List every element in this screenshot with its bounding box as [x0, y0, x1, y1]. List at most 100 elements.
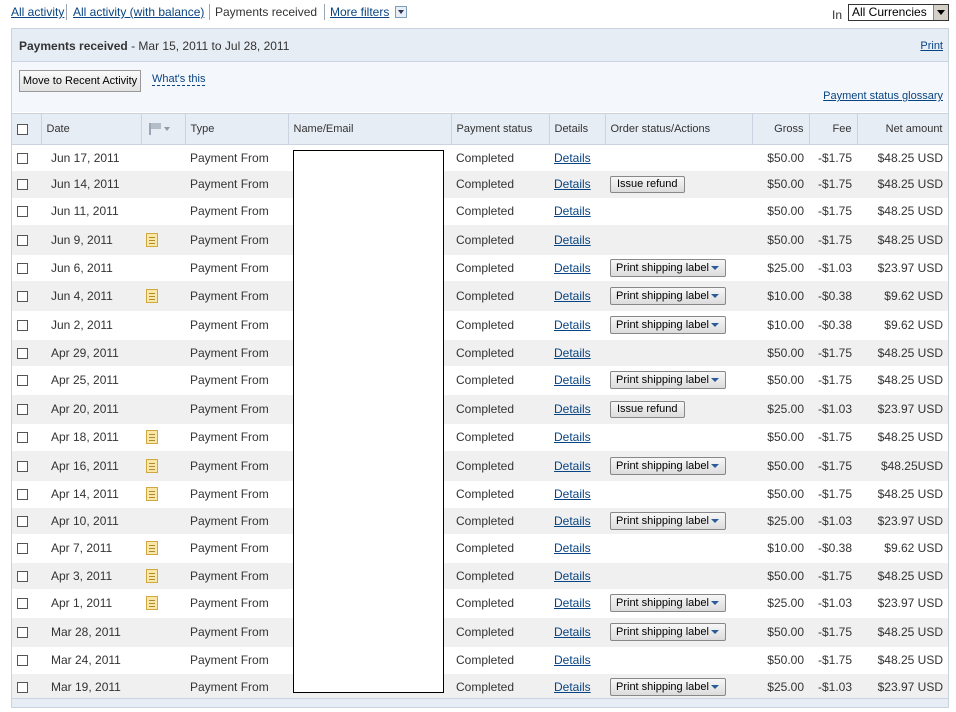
row-checkbox[interactable]	[17, 460, 28, 472]
row-checkbox[interactable]	[17, 432, 28, 444]
details-link[interactable]: Details	[554, 459, 591, 473]
details-link[interactable]: Details	[554, 233, 591, 247]
print-shipping-label-button[interactable]: Print shipping label	[610, 258, 726, 277]
note-cell	[141, 507, 185, 534]
row-checkbox[interactable]	[17, 262, 28, 274]
print-shipping-label-button[interactable]: Print shipping label	[610, 594, 726, 612]
order-action-cell	[605, 145, 752, 171]
col-net-amount[interactable]: Net amount	[857, 113, 949, 145]
currency-select[interactable]: All Currencies	[848, 4, 949, 21]
issue-refund-button[interactable]: Issue refund	[610, 175, 685, 193]
tab-all-activity-with-balance[interactable]: All activity (with balance)	[73, 5, 204, 19]
row-checkbox[interactable]	[17, 655, 28, 667]
row-checkbox[interactable]	[17, 375, 28, 387]
note-icon[interactable]	[146, 288, 158, 303]
row-checkbox[interactable]	[17, 234, 28, 246]
details-link[interactable]: Details	[554, 261, 591, 275]
note-icon[interactable]	[146, 596, 158, 611]
payment-status-cell: Completed	[451, 224, 549, 255]
chevron-down-icon[interactable]	[711, 630, 719, 634]
print-shipping-label-button[interactable]: Print shipping label	[610, 371, 726, 389]
move-to-recent-activity-button[interactable]: Move to Recent Activity	[19, 70, 141, 92]
row-checkbox[interactable]	[17, 515, 28, 527]
col-flag[interactable]	[141, 113, 186, 145]
note-icon[interactable]	[146, 568, 158, 583]
type-cell: Payment From	[185, 280, 288, 311]
details-link[interactable]: Details	[554, 625, 591, 639]
details-link[interactable]: Details	[554, 346, 591, 360]
row-checkbox[interactable]	[17, 570, 28, 582]
more-filters-link[interactable]: More filters	[330, 5, 389, 19]
details-link[interactable]: Details	[554, 653, 591, 667]
more-filters-dropdown-icon[interactable]	[395, 6, 407, 18]
col-date[interactable]: Date	[41, 113, 142, 145]
row-checkbox[interactable]	[17, 404, 28, 416]
print-shipping-label-text: Print shipping label	[616, 319, 709, 331]
row-select-cell	[12, 617, 41, 647]
details-link[interactable]: Details	[554, 204, 591, 218]
chevron-down-icon[interactable]	[711, 378, 719, 382]
details-link[interactable]: Details	[554, 569, 591, 583]
payment-status-glossary-link[interactable]: Payment status glossary	[823, 90, 943, 102]
details-link[interactable]: Details	[554, 318, 591, 332]
chevron-down-icon[interactable]	[711, 463, 719, 468]
note-icon[interactable]	[146, 487, 158, 502]
print-shipping-label-button[interactable]: Print shipping label	[610, 286, 726, 305]
col-name-email[interactable]: Name/Email	[288, 113, 452, 145]
note-icon[interactable]	[146, 430, 158, 445]
chevron-down-icon[interactable]	[711, 518, 719, 523]
row-checkbox[interactable]	[17, 179, 28, 191]
note-cell	[141, 366, 185, 395]
row-checkbox[interactable]	[17, 681, 28, 693]
details-link[interactable]: Details	[554, 514, 591, 528]
row-checkbox[interactable]	[17, 598, 28, 610]
col-type[interactable]: Type	[185, 113, 289, 145]
issue-refund-button[interactable]: Issue refund	[610, 400, 685, 418]
print-shipping-label-button[interactable]: Print shipping label	[610, 316, 726, 334]
col-payment-status[interactable]: Payment status	[451, 113, 550, 145]
row-checkbox[interactable]	[17, 206, 28, 218]
details-link[interactable]: Details	[554, 596, 591, 610]
gross-cell: $25.00	[752, 394, 809, 424]
print-shipping-label-text: Print shipping label	[616, 459, 709, 472]
print-shipping-label-button[interactable]: Print shipping label	[610, 456, 726, 475]
whats-this-link[interactable]: What's this	[152, 73, 206, 86]
details-link[interactable]: Details	[554, 373, 591, 387]
table-row: Apr 10, 2011 Payment From Completed Details…	[12, 507, 948, 534]
print-shipping-label-button[interactable]: Print shipping label	[610, 511, 726, 530]
note-icon[interactable]	[146, 232, 158, 247]
details-link[interactable]: Details	[554, 680, 591, 694]
select-all-checkbox[interactable]	[17, 123, 28, 135]
row-checkbox[interactable]	[17, 153, 28, 165]
row-checkbox[interactable]	[17, 489, 28, 501]
print-shipping-label-button[interactable]: Print shipping label	[610, 623, 726, 641]
print-link[interactable]: Print	[920, 40, 943, 52]
note-icon[interactable]	[146, 458, 158, 473]
details-link[interactable]: Details	[554, 177, 591, 191]
row-checkbox[interactable]	[17, 347, 28, 359]
details-link[interactable]: Details	[554, 430, 591, 444]
row-checkbox[interactable]	[17, 320, 28, 332]
net-amount-cell: $48.25 USD	[857, 339, 948, 366]
chevron-down-icon[interactable]	[711, 265, 719, 270]
type-cell: Payment From	[185, 394, 288, 424]
chevron-down-icon[interactable]	[711, 323, 719, 327]
col-fee[interactable]: Fee	[809, 113, 858, 145]
details-link[interactable]: Details	[554, 487, 591, 501]
note-icon[interactable]	[146, 541, 158, 556]
flag-icon[interactable]	[147, 122, 171, 136]
details-link[interactable]: Details	[554, 402, 591, 416]
print-shipping-label-button[interactable]: Print shipping label	[610, 677, 726, 696]
details-link[interactable]: Details	[554, 541, 591, 555]
chevron-down-icon[interactable]	[711, 293, 719, 298]
chevron-down-icon[interactable]	[711, 684, 719, 689]
tab-all-activity[interactable]: All activity	[11, 5, 64, 19]
row-checkbox[interactable]	[17, 627, 28, 639]
chevron-down-icon[interactable]	[711, 601, 719, 605]
details-link[interactable]: Details	[554, 289, 591, 303]
row-checkbox[interactable]	[17, 290, 28, 302]
col-gross[interactable]: Gross	[752, 113, 810, 145]
row-checkbox[interactable]	[17, 543, 28, 555]
chevron-down-icon[interactable]	[933, 5, 948, 20]
details-link[interactable]: Details	[554, 151, 591, 165]
